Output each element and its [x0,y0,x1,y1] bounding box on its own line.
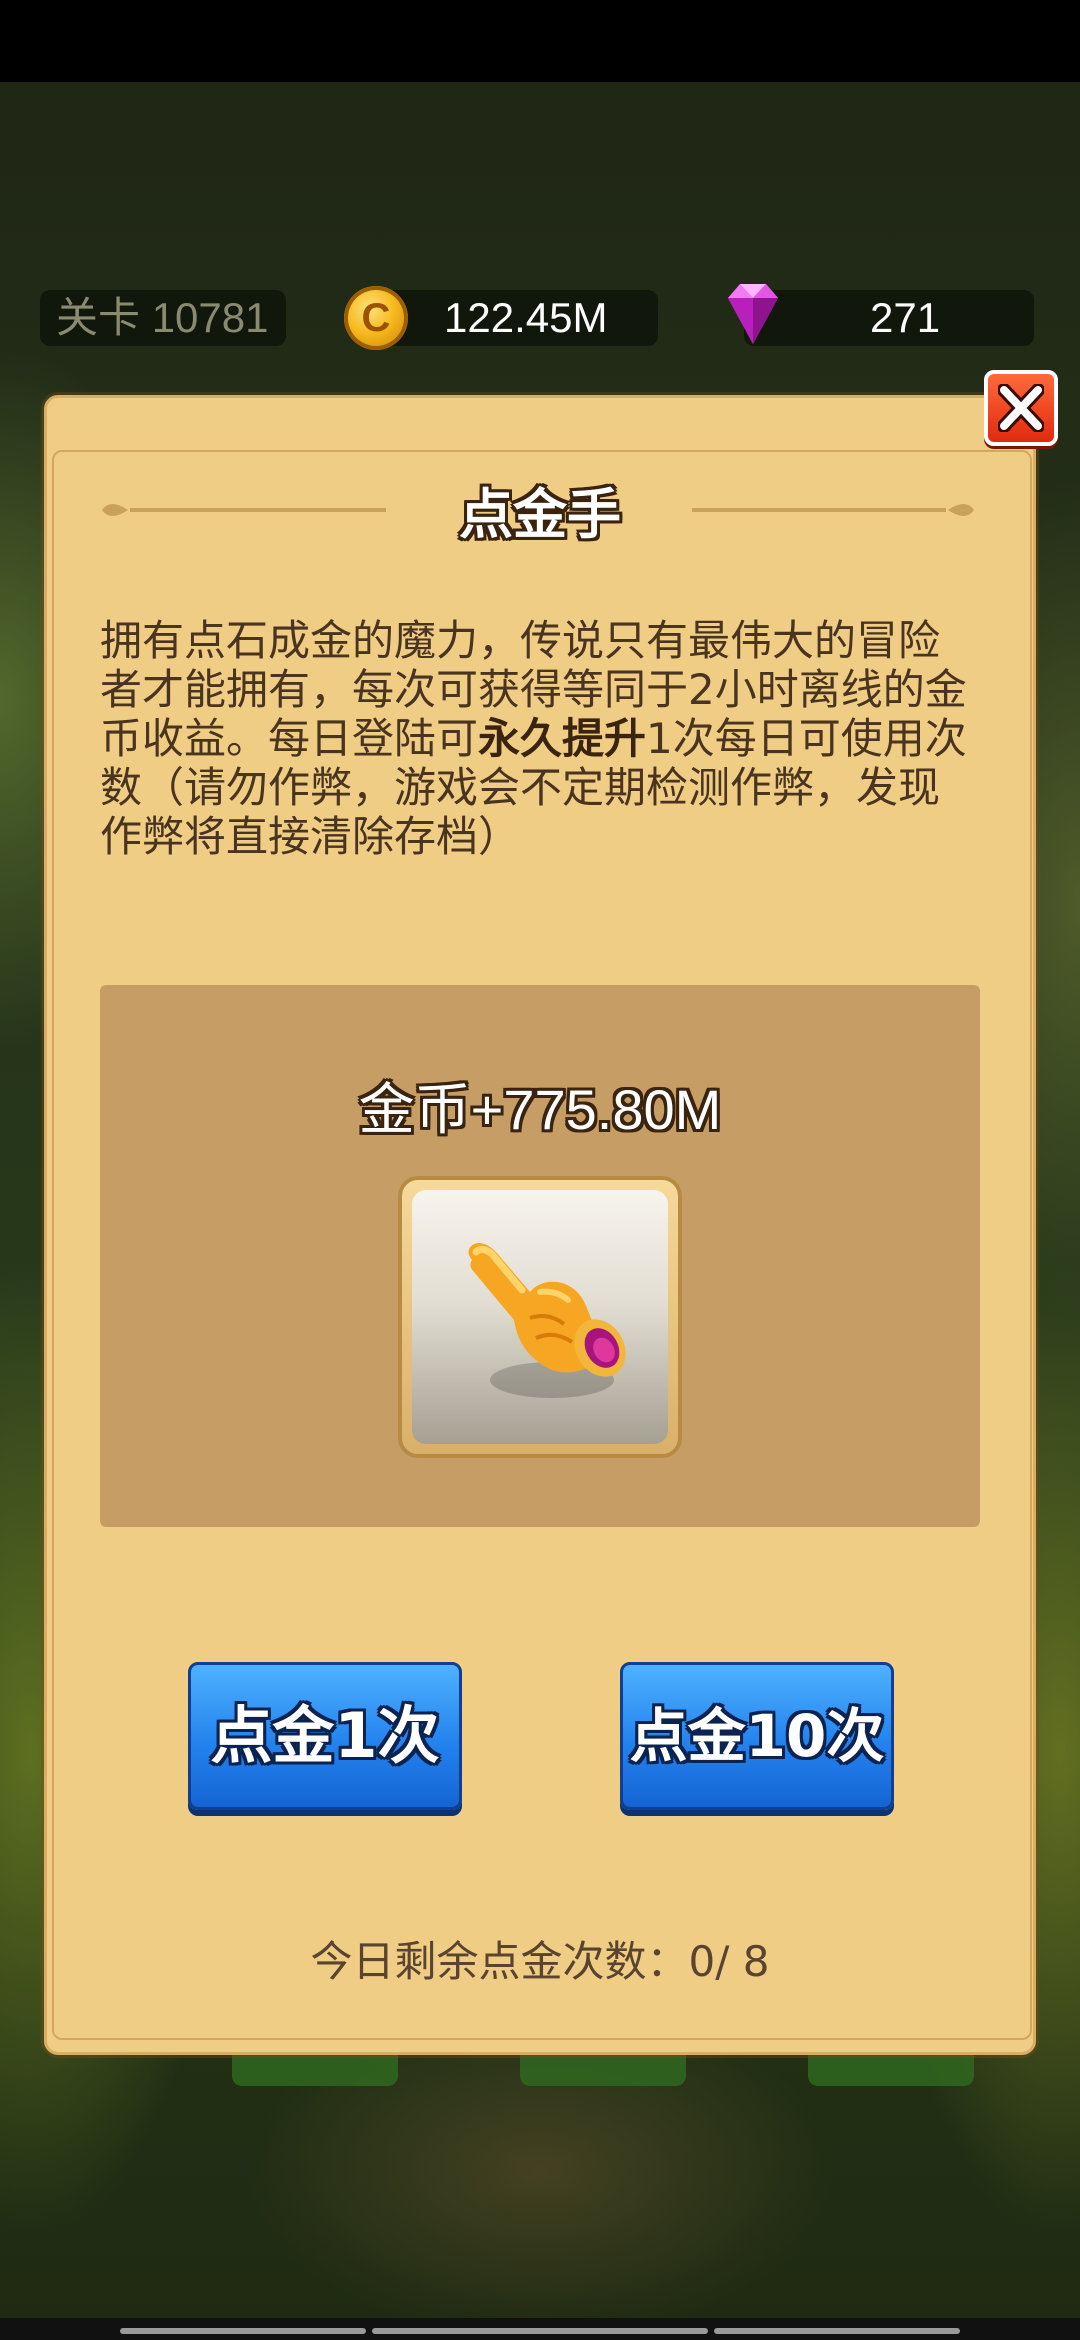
touch-gold-ten-times-button[interactable]: 点金10次 [620,1662,894,1810]
flourish-icon [948,504,974,516]
flourish-icon [102,504,128,516]
remaining-count: 今日剩余点金次数：0/ 8 [310,1937,770,1986]
dialog-description: 拥有点石成金的魔力，传说只有最伟大的冒险者才能拥有，每次可获得等同于2小时离线的… [100,616,967,861]
background-button [232,2052,398,2086]
gold-amount: 122.45M [444,294,608,341]
background-button [520,2052,686,2086]
gold-coin-icon: C [344,286,408,350]
touch-gold-once-button[interactable]: 点金1次 [188,1662,462,1810]
description-highlight: 永久提升 [478,714,647,763]
nav-indicator [714,2328,960,2334]
level-label: 关卡 10781 [56,294,269,341]
golden-hand-icon [468,1243,626,1398]
status-bar [0,0,1080,82]
diamond-icon [728,284,778,344]
nav-indicator [372,2328,708,2334]
close-button[interactable] [984,370,1058,446]
gem-amount: 271 [870,294,941,341]
dialog-title: 点金手 [459,483,621,546]
nav-indicator [120,2328,366,2334]
reward-amount: 金币+775.80M [358,1078,722,1141]
close-icon [998,384,1044,432]
level-value: 10781 [151,294,269,341]
background-button [808,2052,974,2086]
